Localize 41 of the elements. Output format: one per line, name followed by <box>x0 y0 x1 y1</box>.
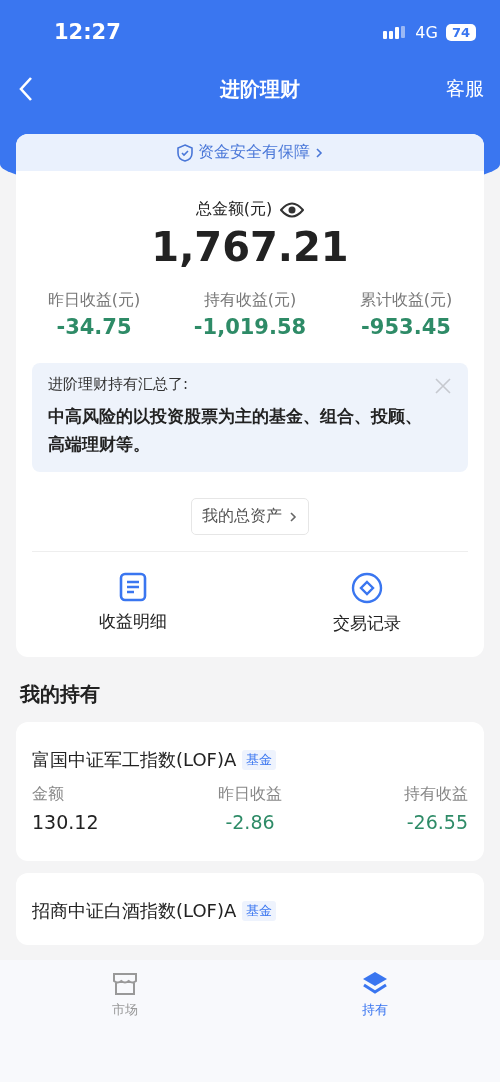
column-label: 昨日收益 <box>218 784 282 806</box>
security-banner[interactable]: 资金安全有保障 <box>16 134 484 171</box>
stat-label: 累计收益(元) <box>358 290 454 311</box>
action-button[interactable]: 交易记录 <box>250 572 484 636</box>
back-button[interactable] <box>18 76 34 102</box>
stat-value: -953.45 <box>360 315 452 339</box>
column-value: -2.86 <box>225 811 275 834</box>
stat-label: 昨日收益(元) <box>46 290 142 311</box>
notice-title: 进阶理财持有汇总了: <box>48 375 190 394</box>
holding-card[interactable]: 招商中证白酒指数(LOF)A 基金 <box>16 873 484 946</box>
total-assets-button[interactable]: 我的总资产 <box>191 498 309 536</box>
customer-service-button[interactable]: 客服 <box>446 76 484 102</box>
eye-icon[interactable] <box>280 200 305 219</box>
fund-tag: 基金 <box>242 901 277 922</box>
network-label: 4G <box>415 22 438 42</box>
page-title: 进阶理财 <box>219 75 301 103</box>
signal-icon <box>383 25 408 39</box>
section-title: 我的持有 <box>20 681 101 709</box>
status-time: 12:27 <box>54 20 122 44</box>
column-label: 金额 <box>32 784 65 806</box>
shop-icon <box>111 971 139 997</box>
fund-name: 富国中证军工指数(LOF)A <box>32 748 237 773</box>
battery-icon: 74 <box>445 23 476 41</box>
shield-icon <box>176 143 194 162</box>
total-label: 总金额(元) <box>195 199 273 220</box>
chevron-icon <box>314 145 324 160</box>
column-value: -26.55 <box>406 811 468 834</box>
tab[interactable]: 持有 <box>250 970 500 1020</box>
document-icon <box>119 572 147 603</box>
fund-tag: 基金 <box>242 750 277 771</box>
stat-value: -1,019.58 <box>192 315 308 339</box>
column-value: 130.12 <box>32 811 100 834</box>
notice-text: 中高风险的以投资股票为主的基金、组合、投顾、高端理财等。 <box>48 405 423 457</box>
holding-card[interactable]: 富国中证军工指数(LOF)A 基金 金额 130.12 昨日收益 -2.86 持有收益 -26.55 <box>16 722 484 862</box>
total-amount: 1,767.21 <box>150 224 350 270</box>
stat-label: 持有收益(元) <box>202 290 298 311</box>
action-button[interactable]: 收益明细 <box>16 572 250 636</box>
stat-value: -34.75 <box>55 315 133 339</box>
chevron-icon <box>288 509 298 524</box>
column-label: 持有收益 <box>404 784 468 806</box>
fund-name: 招商中证白酒指数(LOF)A <box>32 899 237 924</box>
